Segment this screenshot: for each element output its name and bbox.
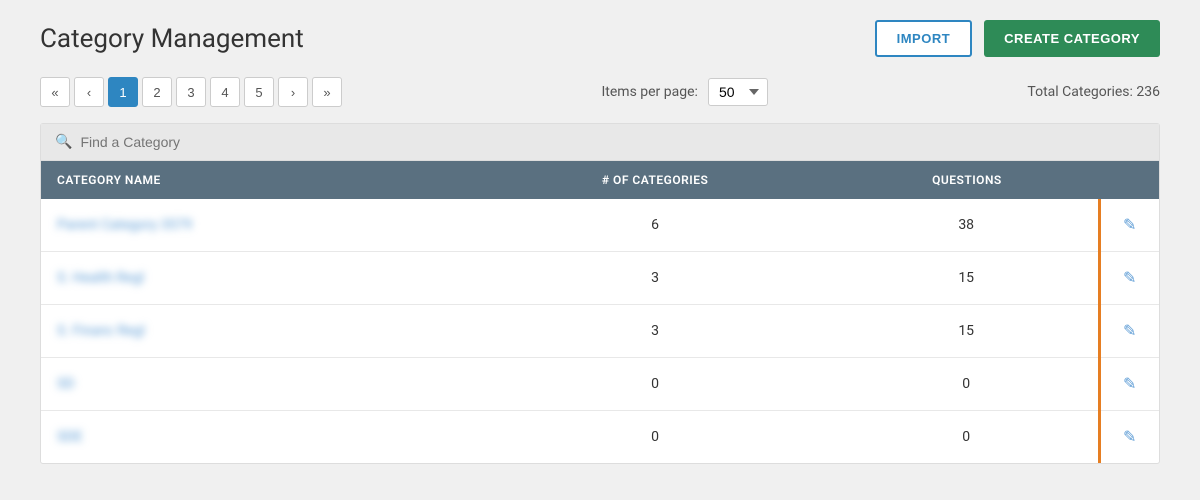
num-categories-cell: 3	[475, 252, 835, 305]
page-title: Category Management	[40, 24, 304, 54]
edit-cell: ✎	[1099, 411, 1159, 464]
page-5-button[interactable]: 5	[244, 77, 274, 107]
category-name-cell: SD	[41, 358, 475, 411]
import-button[interactable]: IMPORT	[875, 20, 973, 57]
header-buttons: IMPORT CREATE CATEGORY	[875, 20, 1160, 57]
col-header-name: CATEGORY NAME	[41, 161, 475, 199]
table-row: S. Health Regl315 ✎	[41, 252, 1159, 305]
page-3-button[interactable]: 3	[176, 77, 206, 107]
edit-button[interactable]: ✎	[1117, 213, 1142, 237]
page-prev-button[interactable]: ‹	[74, 77, 104, 107]
page-2-button[interactable]: 2	[142, 77, 172, 107]
search-input[interactable]	[80, 134, 380, 150]
page-first-button[interactable]: «	[40, 77, 70, 107]
search-bar: 🔍	[41, 124, 1159, 161]
pagination: « ‹ 1 2 3 4 5 › »	[40, 77, 342, 107]
edit-button[interactable]: ✎	[1117, 372, 1142, 396]
items-per-page-section: Items per page: 10 25 50 100	[601, 78, 767, 106]
create-category-button[interactable]: CREATE CATEGORY	[984, 20, 1160, 57]
page-4-button[interactable]: 4	[210, 77, 240, 107]
category-name-cell: Parent Category 3579	[41, 199, 475, 252]
page-wrapper: Category Management IMPORT CREATE CATEGO…	[0, 0, 1200, 500]
edit-button[interactable]: ✎	[1117, 319, 1142, 343]
page-last-button[interactable]: »	[312, 77, 342, 107]
total-categories-label: Total Categories: 236	[1027, 84, 1160, 100]
table-row: Parent Category 3579638 ✎	[41, 199, 1159, 252]
num-categories-cell: 0	[475, 358, 835, 411]
num-categories-cell: 0	[475, 411, 835, 464]
header: Category Management IMPORT CREATE CATEGO…	[40, 20, 1160, 57]
category-name-cell: SDE	[41, 411, 475, 464]
col-header-actions	[1099, 161, 1159, 199]
items-per-page-label: Items per page:	[601, 84, 697, 100]
categories-table: CATEGORY NAME # OF CATEGORIES QUESTIONS …	[41, 161, 1159, 463]
edit-cell: ✎	[1099, 358, 1159, 411]
table-header-row: CATEGORY NAME # OF CATEGORIES QUESTIONS	[41, 161, 1159, 199]
pagination-row: « ‹ 1 2 3 4 5 › » Items per page: 10 25 …	[40, 77, 1160, 107]
questions-cell: 15	[835, 252, 1099, 305]
category-name-cell: S. Health Regl	[41, 252, 475, 305]
edit-button[interactable]: ✎	[1117, 266, 1142, 290]
edit-cell: ✎	[1099, 305, 1159, 358]
page-next-button[interactable]: ›	[278, 77, 308, 107]
edit-button[interactable]: ✎	[1117, 425, 1142, 449]
search-icon: 🔍	[55, 134, 72, 150]
col-header-num-categories: # OF CATEGORIES	[475, 161, 835, 199]
edit-cell: ✎	[1099, 252, 1159, 305]
questions-cell: 38	[835, 199, 1099, 252]
num-categories-cell: 3	[475, 305, 835, 358]
questions-cell: 0	[835, 358, 1099, 411]
questions-cell: 0	[835, 411, 1099, 464]
table-row: S. Financ Regl315 ✎	[41, 305, 1159, 358]
questions-cell: 15	[835, 305, 1099, 358]
table-container: 🔍 CATEGORY NAME # OF CATEGORIES QUESTION…	[40, 123, 1160, 464]
table-row: SD00✎	[41, 358, 1159, 411]
page-1-button[interactable]: 1	[108, 77, 138, 107]
edit-cell: ✎	[1099, 199, 1159, 252]
category-name-cell: S. Financ Regl	[41, 305, 475, 358]
items-per-page-select[interactable]: 10 25 50 100	[708, 78, 768, 106]
col-header-questions: QUESTIONS	[835, 161, 1099, 199]
table-row: SDE00✎	[41, 411, 1159, 464]
num-categories-cell: 6	[475, 199, 835, 252]
